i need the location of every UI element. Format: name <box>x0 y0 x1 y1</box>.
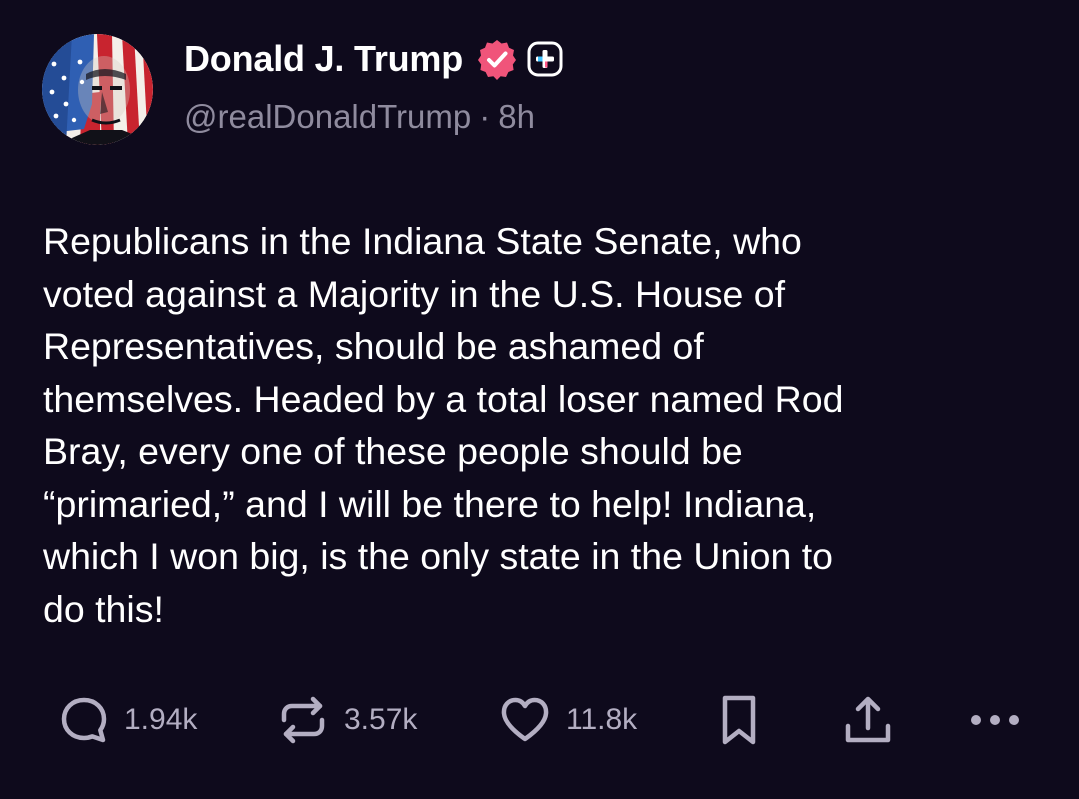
meta-separator: · <box>479 98 491 135</box>
repost-button[interactable]: 3.57k <box>276 690 417 750</box>
more-dots-icon <box>971 715 1019 725</box>
verified-badge-icon <box>475 37 519 81</box>
author-display-name[interactable]: Donald J. Trump <box>184 38 463 80</box>
share-upload-icon <box>845 696 891 743</box>
like-button[interactable]: 11.8k <box>498 690 637 750</box>
avatar-portrait-image <box>42 34 153 145</box>
bookmark-icon <box>722 695 756 745</box>
heart-icon <box>501 697 549 742</box>
reply-count: 1.94k <box>124 703 198 736</box>
speech-bubble-icon <box>61 697 107 743</box>
author-meta: @realDonaldTrump · 8h <box>184 98 535 136</box>
author-avatar[interactable] <box>42 34 153 145</box>
author-handle[interactable]: @realDonaldTrump <box>184 98 471 135</box>
post-action-bar: 1.94k 3.57k 11.8k <box>0 690 1079 750</box>
more-options-button[interactable] <box>966 690 1026 750</box>
plus-badge-icon[interactable] <box>527 41 563 77</box>
reply-button[interactable]: 1.94k <box>58 690 197 750</box>
post-text: Republicans in the Indiana State Senate,… <box>43 220 844 630</box>
post-card: Donald J. Trump @realDonaldTrump · 8h Repu… <box>0 0 1079 799</box>
repost-count: 3.57k <box>344 703 418 736</box>
like-count: 11.8k <box>566 703 638 736</box>
author-name-row[interactable]: Donald J. Trump <box>184 36 563 82</box>
share-button[interactable] <box>840 690 896 750</box>
bookmark-button[interactable] <box>716 690 762 750</box>
repost-arrows-icon <box>281 696 325 744</box>
post-timestamp[interactable]: 8h <box>498 98 535 135</box>
